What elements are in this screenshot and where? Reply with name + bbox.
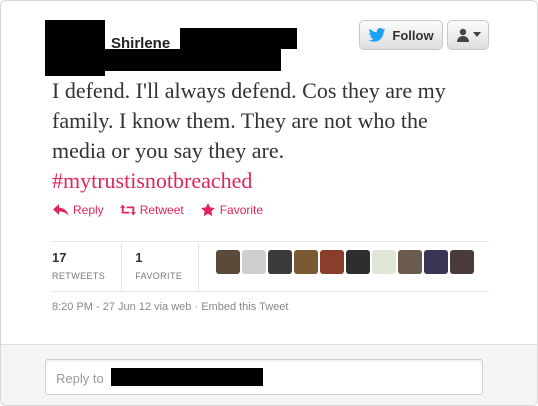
favoriter-avatar[interactable] xyxy=(346,250,371,274)
avatar[interactable] xyxy=(45,20,105,76)
tweet-stats: 17 RETWEETS 1 FAVORITE xyxy=(52,243,475,291)
favoriters-list xyxy=(216,250,475,291)
reply-area: Reply to xyxy=(1,344,537,405)
divider xyxy=(52,291,489,292)
favoriter-avatar[interactable] xyxy=(242,250,267,274)
favoriter-avatar[interactable] xyxy=(216,250,241,274)
user-icon xyxy=(456,28,469,42)
favorites-stat[interactable]: 1 FAVORITE xyxy=(135,243,198,291)
timestamp[interactable]: 8:20 PM - 27 Jun 12 via web xyxy=(52,301,191,313)
tweet-text: I defend. I'll always defend. Cos they a… xyxy=(52,76,502,196)
hashtag-link[interactable]: #mytrustisnotbreached xyxy=(52,166,502,196)
meta-separator: · xyxy=(194,301,199,313)
reply-input[interactable]: Reply to xyxy=(45,359,483,395)
divider xyxy=(52,241,489,242)
favoriter-avatar[interactable] xyxy=(372,250,397,274)
retweet-label: Retweet xyxy=(139,203,184,217)
follow-label: Follow xyxy=(392,27,434,43)
favorite-action[interactable]: Favorite xyxy=(200,203,263,217)
tweet-actions: Reply Retweet Favorite xyxy=(53,203,263,217)
retweets-stat[interactable]: 17 RETWEETS xyxy=(52,243,121,291)
retweets-label: RETWEETS xyxy=(52,271,106,281)
reply-placeholder: Reply to xyxy=(56,371,104,386)
tweet-line: family. I know them. They are not who th… xyxy=(52,108,428,133)
follow-button[interactable]: Follow xyxy=(359,20,443,50)
caret-down-icon xyxy=(472,32,481,37)
divider xyxy=(198,243,200,291)
reply-action[interactable]: Reply xyxy=(53,203,104,217)
favoriter-avatar[interactable] xyxy=(320,250,345,274)
favorites-count: 1 xyxy=(135,250,143,265)
favoriter-avatar[interactable] xyxy=(268,250,293,274)
favoriter-avatar[interactable] xyxy=(424,250,449,274)
reply-icon xyxy=(53,204,69,216)
favoriter-avatar[interactable] xyxy=(450,250,475,274)
redaction-block xyxy=(105,49,281,71)
twitter-bird-icon xyxy=(369,28,386,42)
retweet-action[interactable]: Retweet xyxy=(119,203,184,217)
favorite-label: Favorite xyxy=(219,203,264,217)
favoriter-avatar[interactable] xyxy=(398,250,423,274)
retweet-icon xyxy=(119,204,136,216)
favorites-label: FAVORITE xyxy=(135,271,183,281)
tweet-line: I defend. I'll always defend. Cos they a… xyxy=(52,78,446,103)
redaction-block xyxy=(180,28,297,49)
tweet-line: media or you say they are. xyxy=(52,138,285,163)
embed-link[interactable]: Embed this Tweet xyxy=(201,301,288,313)
divider xyxy=(121,243,123,291)
redaction-block xyxy=(111,368,263,386)
reply-label: Reply xyxy=(73,203,104,217)
user-actions-button[interactable] xyxy=(447,20,489,50)
favoriter-avatar[interactable] xyxy=(294,250,319,274)
star-icon xyxy=(200,203,215,217)
tweet-card: Shirlene Follow I defend. I'll always de… xyxy=(0,0,538,406)
author-name[interactable]: Shirlene xyxy=(111,35,170,52)
tweet-meta: 8:20 PM - 27 Jun 12 via web · Embed this… xyxy=(52,301,288,313)
retweets-count: 17 xyxy=(52,250,67,265)
